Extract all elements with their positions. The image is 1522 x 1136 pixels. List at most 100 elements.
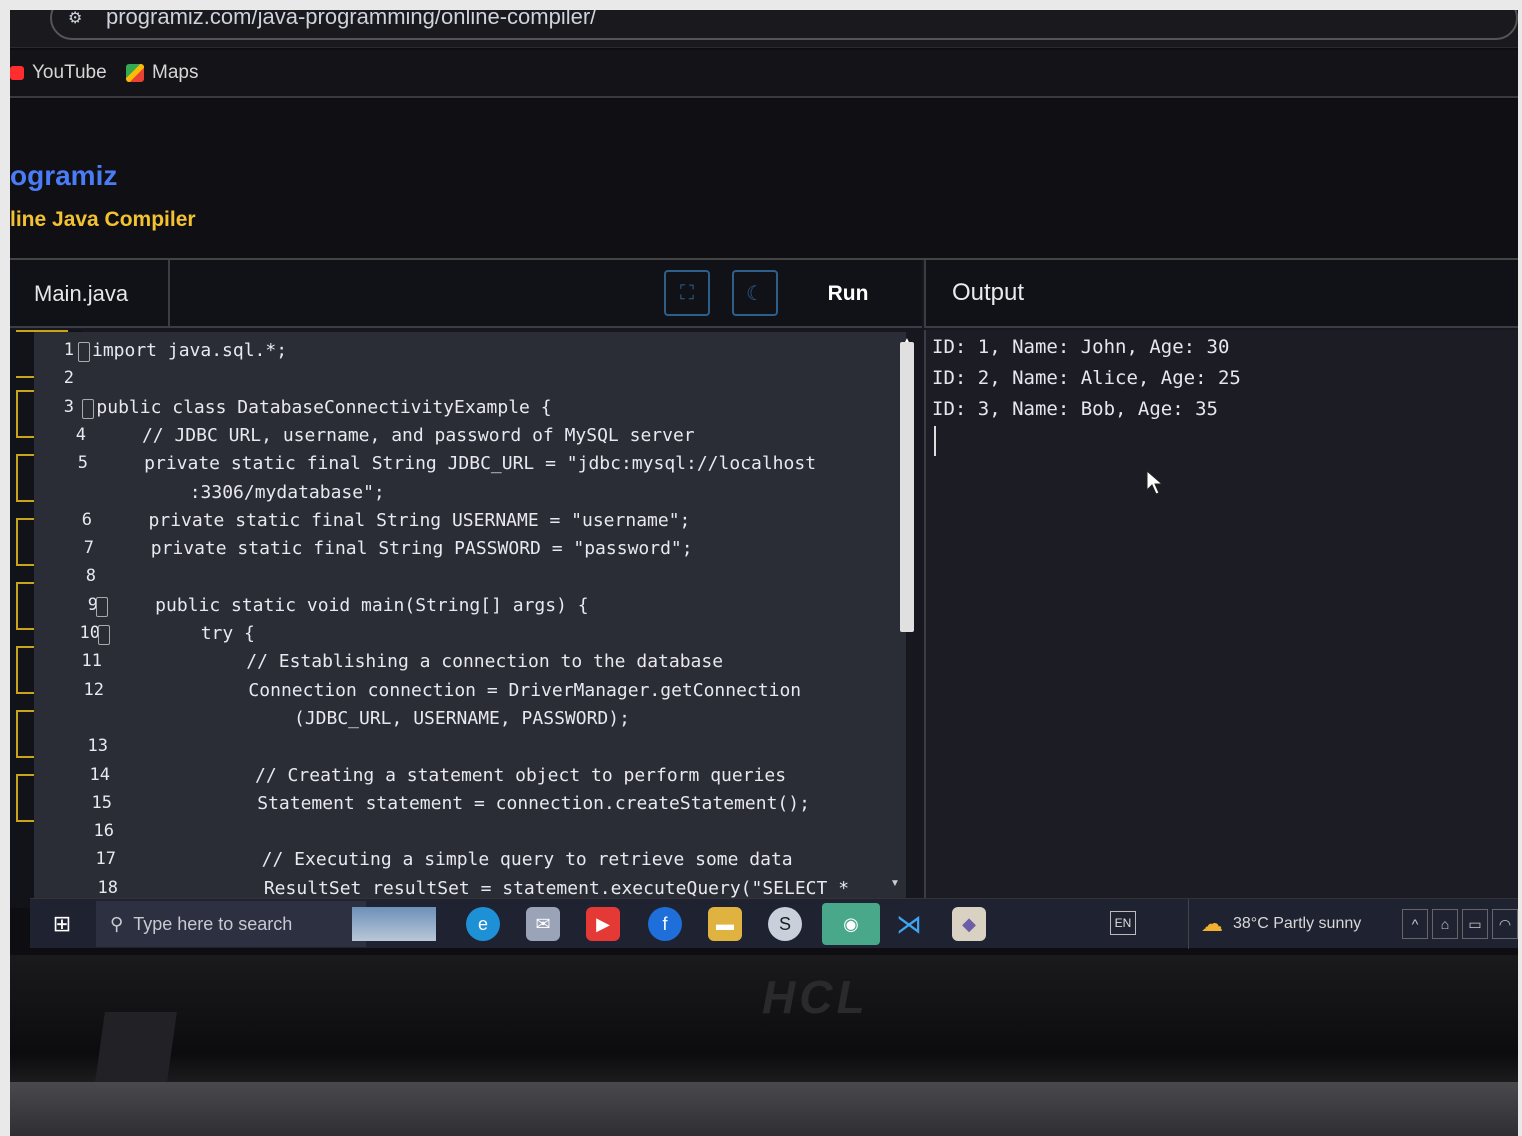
youtube-icon[interactable]: ▶ [586,907,620,941]
theme-toggle-button[interactable]: ☾ [732,270,778,316]
fold-toggle-icon[interactable] [98,625,110,645]
code-line[interactable]: Connection connection = DriverManager.ge… [118,680,801,701]
mail-icon[interactable]: ✉ [526,907,560,941]
code-line[interactable]: ResultSet resultSet = statement.executeQ… [134,878,849,899]
language-indicator[interactable]: EN [1110,911,1136,935]
mouse-pointer-icon [1146,470,1164,495]
line-number: 10 [79,623,100,643]
tray-icon[interactable]: ⌂ [1432,909,1458,939]
code-editor[interactable]: 1 import java.sql.*; 2 3 public class Databa… [34,332,906,906]
weather-icon: ☁ [1201,911,1223,936]
editor-toolbar: Main.java ⛶ ☾ Run [10,260,922,328]
search-placeholder: Type here to search [133,913,293,934]
code-line[interactable]: private static final String USERNAME = "… [105,510,691,531]
output-line: ID: 3, Name: Bob, Age: 35 [932,398,1218,420]
vscode-icon[interactable]: ⋊ [892,907,926,941]
taskbar: ⊞ ⚲ Type here to search e ✉ ▶ f ▬ S ◉ ⋊ … [30,898,1518,949]
output-console[interactable]: ID: 1, Name: John, Age: 30 ID: 2, Name: A… [924,330,1518,908]
scroll-down-icon[interactable]: ▼ [890,878,900,889]
address-bar-url[interactable]: programiz.com/java-programming/online-co… [106,10,596,30]
file-tab-main-java[interactable]: Main.java [10,260,170,328]
app-icon[interactable]: ◆ [952,907,986,941]
code-line[interactable]: // Executing a simple query to retrieve … [132,849,793,870]
output-line: ID: 1, Name: John, Age: 30 [932,336,1230,358]
line-number: 2 [63,368,74,389]
line-number: 16 [93,821,114,842]
tray-icon[interactable]: ◠ [1492,909,1518,939]
run-button[interactable]: Run [808,274,888,314]
windows-icon: ⊞ [52,911,72,936]
bookmark-label: Maps [152,62,199,83]
bookmark-maps[interactable]: Maps [126,62,198,84]
network-icon: ⌂ [1440,916,1450,932]
line-number: 7 [83,538,94,559]
edge-icon[interactable]: e [466,907,500,941]
output-header: Output [924,260,1518,328]
site-header: ogramiz line Java Compiler [10,100,1518,258]
chrome-icon[interactable]: ◉ [822,903,880,945]
line-number: 14 [89,764,110,785]
taskbar-search[interactable]: ⚲ Type here to search [96,901,366,947]
code-line[interactable]: try { [114,623,255,644]
compiler-workspace: Main.java ⛶ ☾ Run Output ❯ ◎ ◎ ◎ JS ∞ [10,258,1518,908]
bookmark-youtube[interactable]: YouTube [10,62,107,84]
file-explorer-icon[interactable]: ▬ [708,907,742,941]
weather-text: 38°C Partly sunny [1233,915,1362,932]
laptop-brand-logo: HCL [762,971,869,1023]
battery-icon: ▭ [1468,915,1482,932]
line-number: 9 [87,594,98,615]
code-line[interactable]: // JDBC URL, username, and password of M… [99,425,695,446]
code-line[interactable]: private static final String PASSWORD = "… [107,538,693,559]
code-line[interactable]: private static final String JDBC_URL = "… [101,453,816,474]
site-logo[interactable]: ogramiz [10,160,117,192]
facebook-icon[interactable]: f [648,907,682,941]
line-number: 13 [87,736,108,757]
fullscreen-icon: ⛶ [680,281,694,304]
fullscreen-button[interactable]: ⛶ [664,270,710,316]
start-button[interactable]: ⊞ [30,899,94,949]
laptop-hinge [95,1012,177,1082]
fold-toggle-icon[interactable] [82,398,94,419]
search-icon: ⚲ [110,913,124,934]
show-hidden-icons-button[interactable]: ^ [1402,909,1428,939]
code-line[interactable]: // Establishing a connection to the data… [116,651,723,672]
laptop-base [10,1082,1518,1136]
line-number: 1 [63,340,74,360]
line-number: 4 [75,424,86,445]
fold-toggle-icon[interactable] [78,342,90,362]
youtube-icon [10,66,24,80]
bookmark-label: YouTube [32,62,107,83]
line-number: 15 [91,792,112,813]
site-info-icon[interactable]: ⚙ [68,10,82,28]
line-number: 6 [81,509,92,530]
maps-icon [126,64,144,82]
line-number: 5 [77,453,88,474]
news-widget-icon[interactable] [352,907,436,941]
code-line[interactable]: // Creating a statement object to perfor… [125,765,786,786]
photo-frame: ⚙ programiz.com/java-programming/online-… [10,10,1518,1136]
code-line[interactable]: :3306/mydatabase"; [103,482,385,503]
page-title: line Java Compiler [10,208,196,231]
moon-icon: ☾ [746,282,764,305]
fold-toggle-icon[interactable] [96,596,108,617]
bookmarks-bar: YouTube Maps [10,50,1518,98]
code-line[interactable]: (JDBC_URL, USERNAME, PASSWORD); [121,708,630,729]
line-number: 17 [95,849,116,870]
skype-icon[interactable]: S [768,907,802,941]
weather-widget[interactable]: ☁ 38°C Partly sunny [1188,899,1398,949]
line-number: 3 [63,396,74,417]
code-line[interactable]: public static void main(String[] args) { [112,595,588,616]
wifi-icon: ◠ [1498,915,1512,932]
laptop-screen: ⚙ programiz.com/java-programming/online-… [10,10,1518,955]
editor-scrollbar[interactable] [900,342,914,632]
code-line[interactable]: public class DatabaseConnectivityExample… [96,397,551,418]
browser-address-row: ⚙ programiz.com/java-programming/online-… [10,10,1518,48]
line-number: 8 [85,566,96,587]
line-number: 11 [81,651,102,672]
chevron-up-icon: ^ [1411,916,1419,932]
line-number: 18 [97,877,118,898]
text-caret [934,426,936,456]
tray-icon[interactable]: ▭ [1462,909,1488,939]
code-line[interactable]: Statement statement = connection.createS… [127,793,810,814]
code-line[interactable]: import java.sql.*; [92,340,287,361]
